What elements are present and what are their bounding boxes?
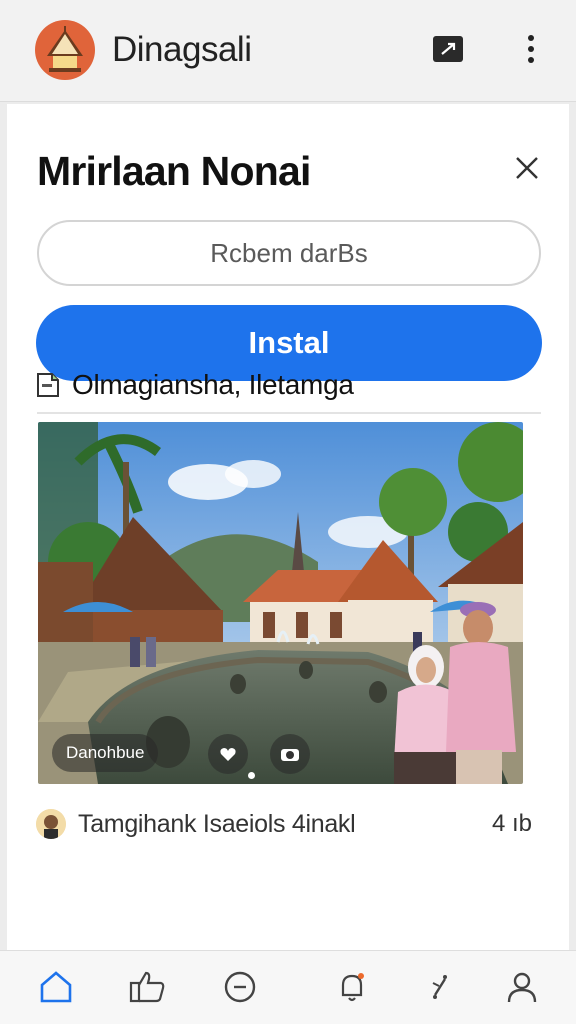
clock-icon[interactable] [220,967,260,1007]
temple-logo-icon[interactable] [35,20,95,80]
notification-icon[interactable] [332,967,372,1007]
app-bar: Dinagsali [0,0,576,102]
page-indicator [248,772,255,779]
comment-row[interactable]: Tamgihank Isaeiols 4inakl 4 ıb [36,806,532,842]
share-icon[interactable] [420,967,460,1007]
name-input[interactable] [37,220,541,286]
camera-icon[interactable] [270,734,310,774]
comment-time: 4 ıb [491,810,532,837]
more-vertical-icon[interactable] [514,32,548,66]
like-icon[interactable] [128,967,168,1007]
post-location: Olmagiansha, Iletamga [72,369,354,400]
app-title: Dinagsali [112,30,252,69]
document-icon [34,370,62,400]
home-icon[interactable] [36,967,76,1007]
comment-text: Tamgihank Isaeiols 4inakl [78,809,356,838]
avatar[interactable] [36,809,66,839]
sheet-title: Mrirlaan Nonai [37,148,311,194]
photo-caption[interactable]: Danohbue [52,734,159,772]
close-icon[interactable] [507,148,547,188]
profile-icon[interactable] [502,967,542,1007]
post-photo[interactable]: Danohbue [38,422,523,784]
cast-icon[interactable] [431,32,465,66]
post-header: Olmagiansha, Iletamga [34,368,354,402]
divider [37,412,541,414]
heart-icon[interactable] [208,734,248,774]
bottom-nav [0,950,576,1024]
